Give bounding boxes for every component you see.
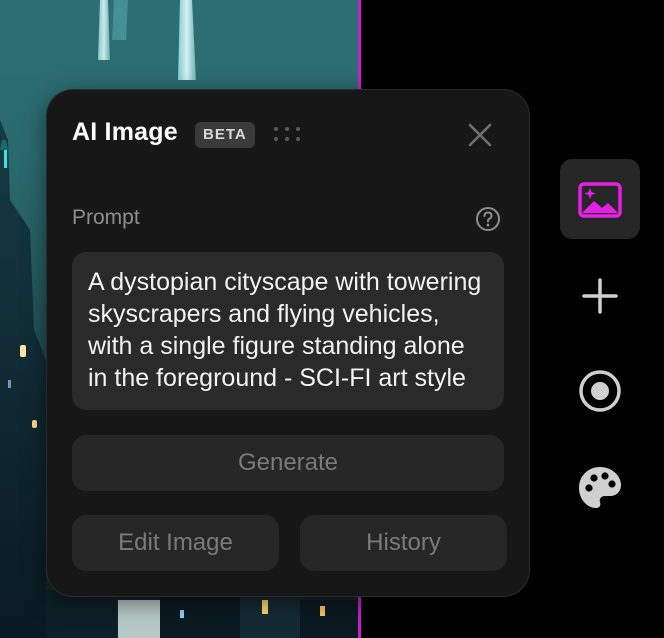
prompt-label: Prompt: [72, 206, 140, 229]
toolbar-ai-image-button[interactable]: [560, 159, 640, 239]
palette-icon: [579, 467, 621, 508]
drag-handle-icon[interactable]: [273, 126, 303, 142]
close-icon[interactable]: [465, 120, 495, 150]
prompt-field[interactable]: A dystopian cityscape with towering skys…: [72, 252, 504, 410]
edit-image-button[interactable]: Edit Image: [72, 515, 279, 571]
toolbar-record-button[interactable]: [560, 351, 640, 431]
generate-button[interactable]: Generate: [72, 435, 504, 491]
history-button[interactable]: History: [300, 515, 507, 571]
beta-badge: BETA: [195, 122, 255, 148]
record-icon: [579, 370, 621, 412]
toolbar-palette-button[interactable]: [560, 448, 640, 528]
prompt-textarea[interactable]: A dystopian cityscape with towering skys…: [72, 252, 504, 394]
toolbar-add-button[interactable]: [560, 256, 640, 336]
panel-title: AI Image: [72, 118, 178, 146]
help-icon[interactable]: [475, 206, 501, 232]
ai-image-panel: AI Image BETA Prompt A dystopian citysca…: [47, 90, 529, 596]
plus-icon: [582, 278, 618, 314]
image-sparkle-icon: [578, 182, 622, 218]
